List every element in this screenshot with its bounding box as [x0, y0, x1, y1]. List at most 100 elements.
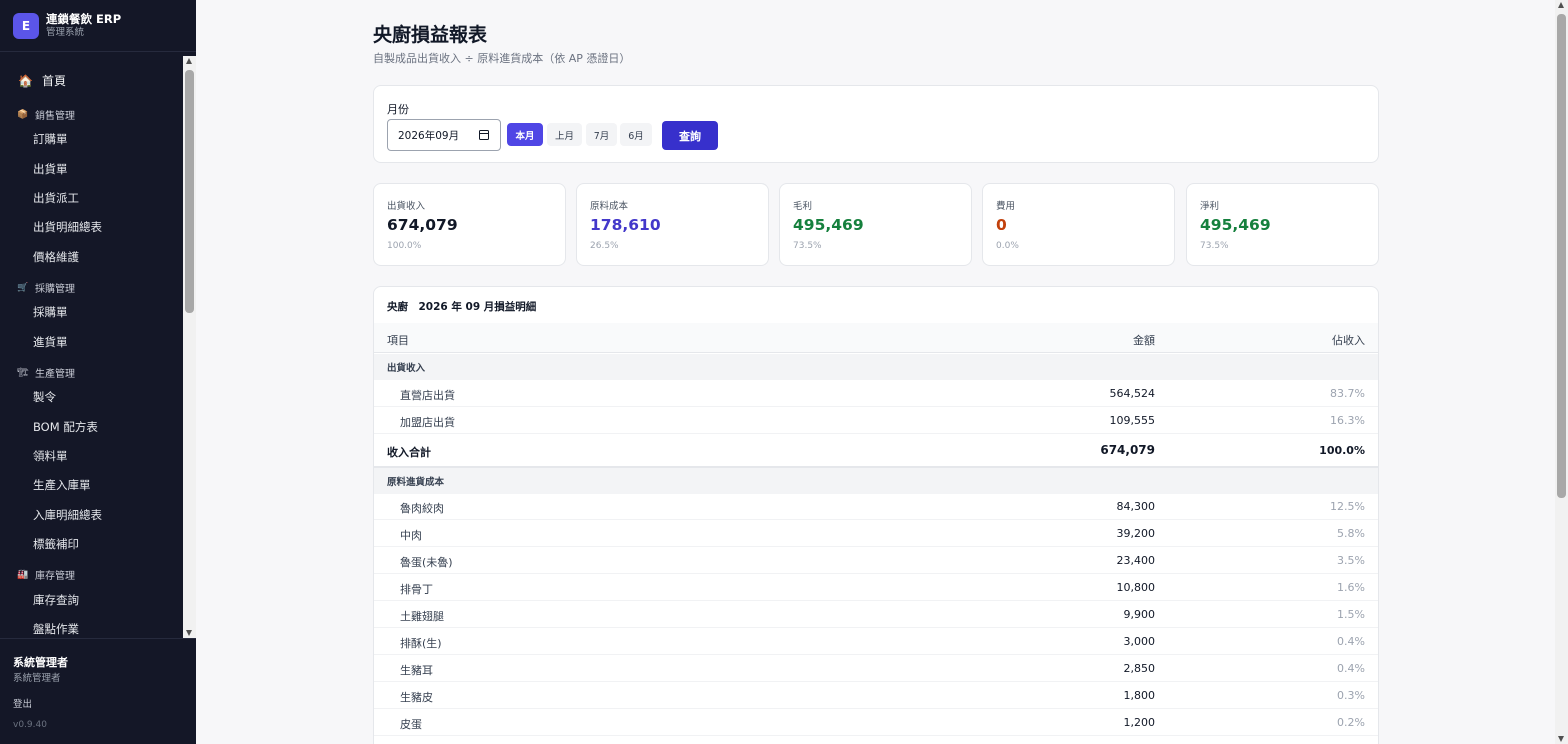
sidebar: E 連鎖餐飲 ERP 管理系統 🏠 首頁 📦 銷售管理 訂購單 出貨單 出貨派工… [0, 0, 196, 744]
user-name: 系統管理者 [13, 656, 68, 669]
app-version: v0.9.40 [13, 720, 47, 730]
row-name: 生豬皮 [400, 691, 433, 704]
row-name: 生豬耳 [400, 664, 433, 677]
row-amount: 109,555 [1109, 414, 1156, 427]
row-name: 直營店出貨 [400, 389, 455, 402]
sidebar-item-label-reprint[interactable]: 標籤補印 [33, 536, 79, 552]
scroll-down-icon[interactable] [186, 630, 192, 636]
row-percent: 0.4% [1337, 635, 1365, 648]
factory-icon: 🏗 [17, 367, 29, 378]
row-amount: 39,200 [1116, 527, 1156, 540]
table-row: 魯肉絞肉 84,300 12.5% [374, 493, 1378, 520]
row-amount: 84,300 [1116, 500, 1156, 513]
table-header: 項目 金額 佔收入 [374, 323, 1378, 353]
calendar-icon[interactable] [479, 130, 489, 140]
kpi-label: 毛利 [793, 201, 813, 212]
kpi-value: 0 [996, 216, 1007, 234]
this-month-button[interactable]: 本月 [507, 123, 543, 146]
scrollbar-thumb[interactable] [185, 70, 194, 313]
kpi-value: 674,079 [387, 216, 458, 234]
row-amount: 9,900 [1123, 608, 1156, 621]
kpi-percent: 73.5% [793, 241, 822, 251]
row-percent: 16.3% [1330, 414, 1365, 427]
sidebar-item-stocktake[interactable]: 盤點作業 [33, 621, 79, 637]
scroll-up-icon[interactable] [186, 58, 192, 64]
sidebar-item-stock-query[interactable]: 庫存查詢 [33, 592, 79, 608]
month-value: 2026年09月 [398, 129, 460, 142]
query-button[interactable]: 查詢 [662, 121, 718, 150]
sidebar-item-home[interactable]: 🏠 首頁 [18, 72, 66, 89]
row-percent: 0.4% [1337, 662, 1365, 675]
sidebar-item-production-receipt[interactable]: 生產入庫單 [33, 477, 91, 493]
row-name: 土雞翅腿 [400, 610, 444, 623]
sidebar-scrollbar[interactable] [183, 56, 196, 638]
row-percent: 0.3% [1337, 689, 1365, 702]
sidebar-item-receiving[interactable]: 進貨單 [33, 334, 68, 350]
kpi-label: 費用 [996, 201, 1016, 212]
row-percent: 1.6% [1337, 581, 1365, 594]
warehouse-icon: 🏭 [17, 569, 29, 580]
row-percent: 0.2% [1337, 716, 1365, 729]
table-row: 生豬耳 2,850 0.4% [374, 655, 1378, 682]
july-button[interactable]: 7月 [586, 123, 617, 146]
page-title: 央廚損益報表 [373, 24, 488, 46]
box-icon: 📦 [17, 109, 29, 120]
sidebar-item-order[interactable]: 訂購單 [33, 131, 68, 147]
sidebar-group-production[interactable]: 🏗 生產管理 [17, 365, 75, 381]
sidebar-group-label: 庫存管理 [35, 571, 75, 582]
sidebar-nav[interactable]: 🏠 首頁 📦 銷售管理 訂購單 出貨單 出貨派工 出貨明細總表 價格維護 🛒 採… [0, 56, 183, 638]
sidebar-group-sales[interactable]: 📦 銷售管理 [17, 107, 75, 123]
table-row: 直營店出貨 564,524 83.7% [374, 380, 1378, 407]
sidebar-item-pricing[interactable]: 價格維護 [33, 249, 79, 265]
scroll-down-icon[interactable] [1558, 736, 1564, 742]
row-name: 中肉 [400, 529, 422, 542]
row-amount: 1,200 [1123, 716, 1156, 729]
sidebar-group-inventory[interactable]: 🏭 庫存管理 [17, 567, 75, 583]
kpi-label: 出貨收入 [387, 201, 426, 212]
scrollbar-thumb[interactable] [1557, 14, 1566, 498]
sidebar-item-dispatch[interactable]: 出貨派工 [33, 190, 79, 206]
header-ratio: 佔收入 [1332, 334, 1365, 347]
sidebar-item-purchase-order[interactable]: 採購單 [33, 304, 68, 320]
sidebar-item-receipt-detail[interactable]: 入庫明細總表 [33, 507, 102, 523]
table-row: 中肉 39,200 5.8% [374, 520, 1378, 547]
month-input[interactable]: 2026年09月 [387, 119, 501, 151]
sidebar-item-work-order[interactable]: 製令 [33, 389, 56, 405]
sidebar-item-material-issue[interactable]: 領料單 [33, 448, 68, 464]
row-percent: 12.5% [1330, 500, 1365, 513]
scroll-up-icon[interactable] [1558, 2, 1564, 8]
kpi-card-expense: 費用 0 0.0% [982, 183, 1175, 266]
row-amount: 2,850 [1123, 662, 1156, 675]
table-row: 排骨丁 10,800 1.6% [374, 574, 1378, 601]
table-row: 土雞翅腿 9,900 1.5% [374, 601, 1378, 628]
kpi-value: 495,469 [793, 216, 864, 234]
logout-link[interactable]: 登出 [13, 696, 32, 710]
sidebar-group-label: 採購管理 [35, 284, 75, 295]
kpi-card-net-profit: 淨利 495,469 73.5% [1186, 183, 1379, 266]
page-scrollbar[interactable] [1555, 0, 1568, 744]
june-button[interactable]: 6月 [620, 123, 652, 146]
kpi-value: 495,469 [1200, 216, 1271, 234]
table-row: 生豬皮 1,800 0.3% [374, 682, 1378, 709]
row-percent: 3.5% [1337, 554, 1365, 567]
row-amount: 1,800 [1123, 689, 1156, 702]
sidebar-item-label: 首頁 [42, 74, 67, 88]
total-percent: 100.0% [1319, 444, 1365, 457]
row-name: 皮蛋 [400, 718, 422, 731]
last-month-button[interactable]: 上月 [547, 123, 582, 146]
sidebar-group-purchase[interactable]: 🛒 採購管理 [17, 280, 75, 296]
sidebar-item-bom[interactable]: BOM 配方表 [33, 419, 98, 435]
header-amount: 金額 [1133, 334, 1155, 347]
total-amount: 674,079 [1100, 443, 1155, 457]
sidebar-item-shipment[interactable]: 出貨單 [33, 161, 68, 177]
row-amount: 564,524 [1109, 387, 1156, 400]
kpi-card-gross-profit: 毛利 495,469 73.5% [779, 183, 972, 266]
page-subtitle: 自製成品出貨收入 ÷ 原料進貨成本（依 AP 憑證日） [373, 52, 631, 65]
month-label: 月份 [387, 103, 409, 116]
row-name: 魯蛋(未魯) [400, 556, 453, 569]
section-revenue: 出貨收入 [374, 354, 1378, 380]
sidebar-footer: 系統管理者 系統管理者 登出 v0.9.40 [0, 638, 196, 744]
table-row: 魯蛋(未魯) 23,400 3.5% [374, 547, 1378, 574]
table-row: 皮蛋 1,200 0.2% [374, 709, 1378, 736]
sidebar-item-shipment-detail[interactable]: 出貨明細總表 [33, 219, 102, 235]
